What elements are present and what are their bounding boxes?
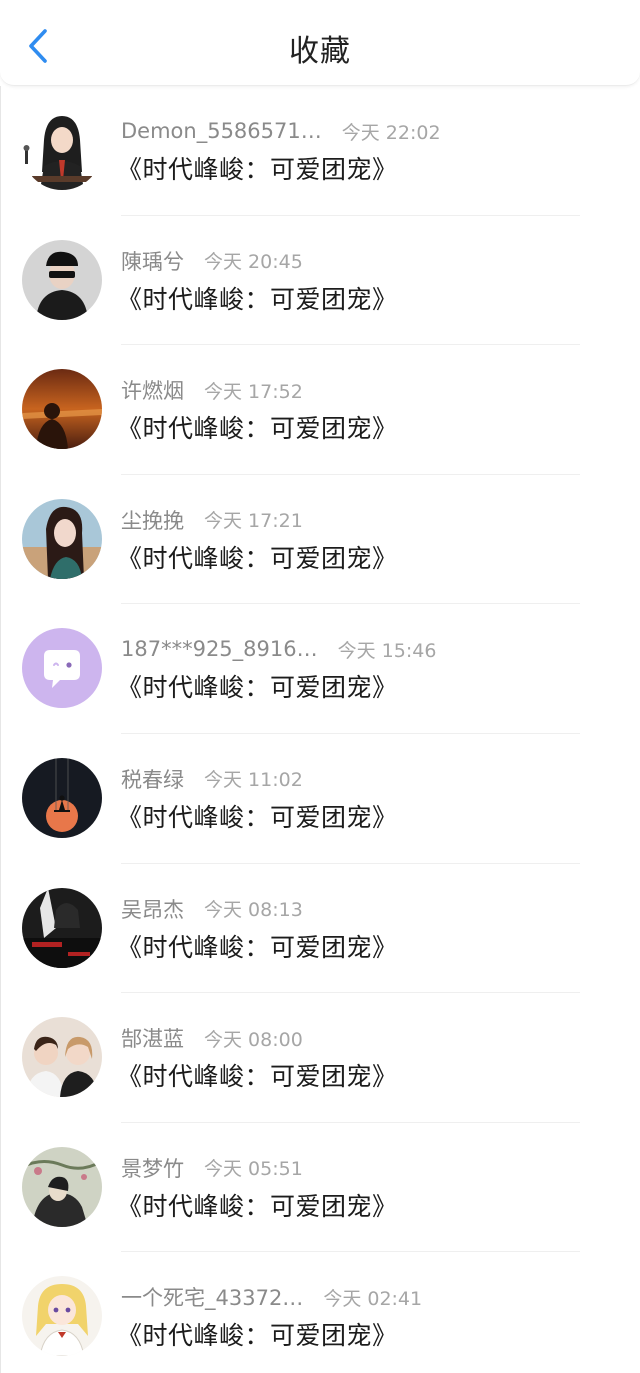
avatar[interactable]	[22, 239, 102, 320]
timestamp: 今天 22:02	[341, 121, 441, 144]
list-item[interactable]: 一个死宅_43372… 今天 02:41 《时代峰峻：可爱团宠》	[0, 1252, 640, 1373]
list-item[interactable]: 187***925_8916… 今天 15:46 《时代峰峻：可爱团宠》	[0, 604, 640, 734]
timestamp: 今天 17:21	[204, 510, 303, 533]
item-meta: 187***925_8916… 今天 15:46	[121, 634, 436, 664]
book-title[interactable]: 《时代峰峻：可爱团宠》	[117, 1057, 398, 1093]
book-title[interactable]: 《时代峰峻：可爱团宠》	[117, 928, 398, 964]
book-title[interactable]: 《时代峰峻：可爱团宠》	[117, 1187, 398, 1223]
list-item[interactable]: 吴昂杰 今天 08:13 《时代峰峻：可爱团宠》	[0, 864, 640, 994]
user-name[interactable]: Demon_5586571…	[121, 119, 322, 143]
timestamp: 今天 08:13	[204, 899, 303, 922]
list-item[interactable]: 陳瑀兮 今天 20:45 《时代峰峻：可爱团宠》	[0, 216, 640, 346]
page-title: 收藏	[289, 34, 351, 69]
list-item[interactable]: 税春绿 今天 11:02 《时代峰峻：可爱团宠》	[0, 734, 640, 864]
user-name[interactable]: 吴昂杰	[121, 894, 184, 924]
user-name[interactable]: 一个死宅_43372…	[121, 1282, 303, 1312]
avatar[interactable]	[22, 887, 102, 968]
avatar[interactable]	[22, 498, 102, 579]
avatar[interactable]	[22, 110, 102, 190]
avatar[interactable]	[22, 757, 102, 838]
avatar[interactable]	[22, 1146, 102, 1227]
avatar[interactable]	[22, 1276, 102, 1357]
timestamp: 今天 08:00	[204, 1028, 303, 1051]
avatar-couple-icon	[22, 1017, 102, 1098]
list-item[interactable]: Demon_5586571… 今天 22:02 《时代峰峻：可爱团宠》	[0, 86, 640, 216]
timestamp: 今天 02:41	[323, 1287, 423, 1310]
avatar-ink-painting-icon	[22, 1146, 102, 1227]
avatar[interactable]	[22, 369, 102, 450]
timestamp: 今天 20:45	[204, 251, 303, 274]
user-name[interactable]: 187***925_8916…	[121, 637, 318, 661]
item-meta: 景梦竹 今天 05:51	[121, 1153, 303, 1183]
timestamp: 今天 05:51	[204, 1158, 303, 1181]
timestamp: 今天 11:02	[204, 769, 303, 792]
book-title[interactable]: 《时代峰峻：可爱团宠》	[117, 409, 398, 445]
list-item[interactable]: 郜湛蓝 今天 08:00 《时代峰峻：可爱团宠》	[0, 993, 640, 1123]
item-meta: 陳瑀兮 今天 20:45	[121, 246, 303, 276]
book-title[interactable]: 《时代峰峻：可爱团宠》	[117, 668, 398, 704]
book-title[interactable]: 《时代峰峻：可爱团宠》	[117, 150, 398, 186]
user-name[interactable]: 郜湛蓝	[121, 1023, 184, 1053]
avatar-sunset-sea-icon	[22, 369, 102, 450]
avatar-default-chat-bubble-icon	[22, 628, 102, 709]
book-title[interactable]: 《时代峰峻：可爱团宠》	[117, 1316, 398, 1352]
user-name[interactable]: 陳瑀兮	[121, 246, 184, 276]
book-title[interactable]: 《时代峰峻：可爱团宠》	[117, 539, 398, 575]
user-name[interactable]: 许燃烟	[121, 375, 184, 405]
list-item[interactable]: 景梦竹 今天 05:51 《时代峰峻：可爱团宠》	[0, 1123, 640, 1253]
item-meta: 许燃烟 今天 17:52	[121, 375, 303, 405]
list-item[interactable]: 许燃烟 今天 17:52 《时代峰峻：可爱团宠》	[0, 345, 640, 475]
avatar-girl-portrait-icon	[22, 498, 102, 579]
avatar-swing-moon-icon	[22, 757, 102, 838]
top-bar: 收藏	[0, 0, 640, 86]
avatar[interactable]	[22, 1017, 102, 1098]
avatar-person-cap-icon	[22, 239, 102, 320]
favorites-list: Demon_5586571… 今天 22:02 《时代峰峻：可爱团宠》 陳瑀兮 …	[0, 86, 640, 1373]
timestamp: 今天 17:52	[204, 380, 303, 403]
avatar-anime-girl-icon	[22, 1276, 102, 1357]
item-meta: 郜湛蓝 今天 08:00	[121, 1023, 303, 1053]
user-name[interactable]: 景梦竹	[121, 1153, 184, 1183]
item-meta: 一个死宅_43372… 今天 02:41	[121, 1282, 422, 1312]
avatar-dark-anime-icon	[22, 887, 102, 968]
user-name[interactable]: 税春绿	[121, 764, 184, 794]
avatar[interactable]	[22, 628, 102, 709]
book-title[interactable]: 《时代峰峻：可爱团宠》	[117, 280, 398, 316]
user-name[interactable]: 尘挽挽	[121, 505, 184, 535]
item-meta: Demon_5586571… 今天 22:02	[121, 116, 441, 146]
timestamp: 今天 15:46	[337, 639, 437, 662]
item-meta: 税春绿 今天 11:02	[121, 764, 303, 794]
book-title[interactable]: 《时代峰峻：可爱团宠》	[117, 798, 398, 834]
avatar-girl-microphone-icon	[22, 110, 102, 190]
item-meta: 吴昂杰 今天 08:13	[121, 894, 303, 924]
list-item[interactable]: 尘挽挽 今天 17:21 《时代峰峻：可爱团宠》	[0, 475, 640, 605]
item-meta: 尘挽挽 今天 17:21	[121, 505, 303, 535]
